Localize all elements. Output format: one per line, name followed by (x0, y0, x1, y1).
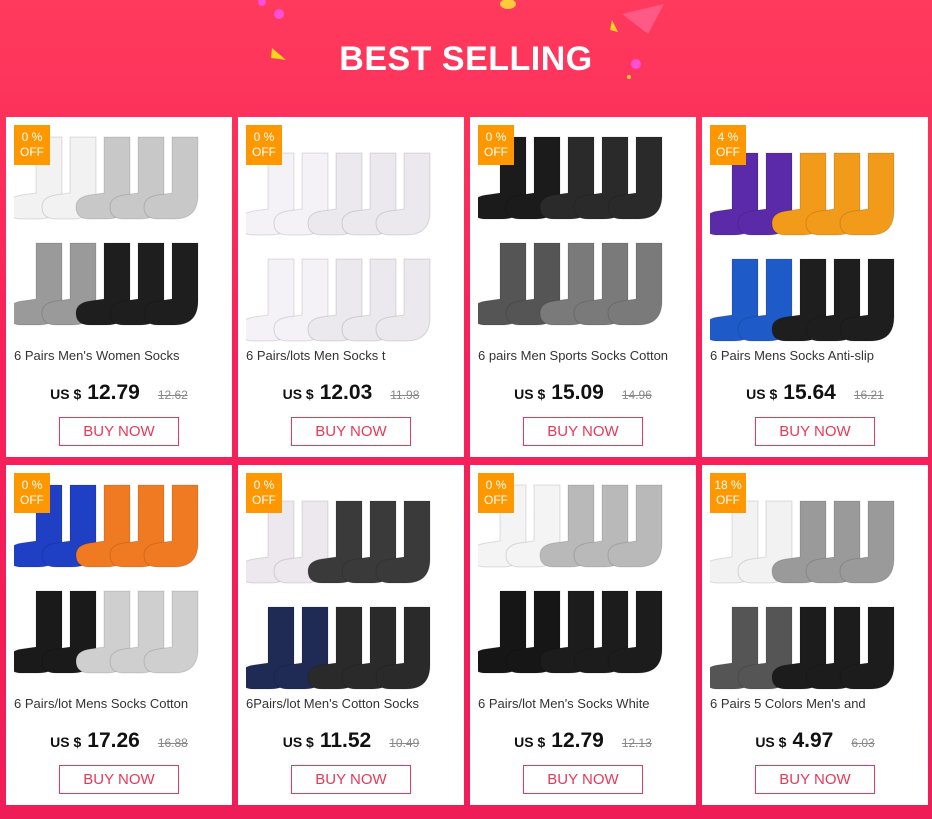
sale-price: 12.03 (319, 381, 373, 404)
discount-percent: 0 % (21, 478, 43, 492)
discount-percent: 0 % (253, 478, 275, 492)
discount-badge: 0 % OFF (14, 473, 50, 513)
discount-off-label: OFF (716, 493, 740, 507)
product-grid: 0 % OFF 6 Pairs Men's Women Socks US $12.79… (6, 117, 928, 805)
product-image[interactable]: 18 % OFF (710, 473, 920, 691)
discount-badge: 4 % OFF (710, 125, 746, 165)
product-card[interactable]: 0 % OFF 6 Pairs Men's Women Socks US $ 12.79… (6, 117, 232, 457)
product-card[interactable]: 4 % OFF 6 Pairs Mens Socks Anti-slip US $ 15… (702, 117, 928, 457)
discount-badge: 0 % OFF (478, 125, 514, 165)
original-price: 16.21 (853, 388, 884, 402)
original-price: 11.98 (390, 388, 420, 402)
sale-price: 12.79 (87, 381, 140, 404)
product-image[interactable]: 0 % OFF (246, 473, 456, 691)
product-image[interactable]: 0 % OFF (14, 473, 224, 691)
banner: BEST SELLING (0, 0, 932, 116)
buy-now-button[interactable]: BUY NOW (291, 417, 411, 446)
discount-percent: 0 % (21, 130, 43, 144)
discount-percent: 18 % (714, 478, 742, 492)
product-card[interactable]: 0 % OFF 6 Pairs/lot Mens Socks Cotton US $ 1… (6, 465, 232, 805)
price-row: US $ 12.79 12.13 (470, 729, 696, 753)
product-title[interactable]: 6 Pairs/lot Men's Socks White (478, 696, 690, 711)
buy-now-button[interactable]: BUY NOW (755, 417, 875, 446)
discount-badge: 0 % OFF (246, 473, 282, 513)
discount-badge: 0 % OFF (246, 125, 282, 165)
banner-title: BEST SELLING (339, 40, 593, 78)
price-row: US $ 15.64 16.21 (702, 381, 928, 405)
product-card[interactable]: 18 % OFF 6 Pairs 5 Colors Men's and US $ 4.9… (702, 465, 928, 805)
buy-now-button[interactable]: BUY NOW (59, 417, 179, 446)
discount-badge: 0 % OFF (14, 125, 50, 165)
product-title[interactable]: 6 Pairs/lot Mens Socks Cotton (14, 696, 226, 711)
discount-off-label: OFF (484, 493, 508, 507)
discount-off-label: OFF (20, 493, 44, 507)
currency-label: US $ (50, 734, 82, 750)
discount-percent: 0 % (253, 130, 275, 144)
buy-now-button[interactable]: BUY NOW (291, 765, 411, 794)
buy-now-button[interactable]: BUY NOW (755, 765, 875, 794)
discount-percent: 0 % (485, 478, 507, 492)
product-title[interactable]: 6 Pairs Mens Socks Anti-slip (710, 348, 922, 363)
product-title[interactable]: 6 pairs Men Sports Socks Cotton (478, 348, 690, 363)
original-price: 10.49 (389, 736, 420, 750)
product-title[interactable]: 6 Pairs 5 Colors Men's and (710, 696, 922, 711)
discount-off-label: OFF (484, 145, 508, 159)
product-title[interactable]: 6 Pairs Men's Women Socks (14, 348, 226, 363)
currency-label: US $ (514, 734, 546, 750)
original-price: 14.96 (621, 388, 652, 402)
currency-label: US $ (282, 734, 314, 750)
product-image[interactable]: 0 % OFF (478, 473, 688, 691)
discount-off-label: OFF (20, 145, 44, 159)
discount-off-label: OFF (716, 145, 740, 159)
product-title[interactable]: 6 Pairs/lots Men Socks t (246, 348, 458, 363)
buy-now-button[interactable]: BUY NOW (59, 765, 179, 794)
product-image[interactable]: 4 % OFF (710, 125, 920, 343)
price-row: US $ 11.52 10.49 (238, 729, 464, 753)
product-image[interactable]: 0 % OFF (246, 125, 456, 343)
price-row: US $ 15.09 14.96 (470, 381, 696, 405)
product-title[interactable]: 6Pairs/lot Men's Cotton Socks (246, 696, 458, 711)
product-card[interactable]: 0 % OFF 6 Pairs/lots Men Socks t US $ 12.03 1… (238, 117, 464, 457)
currency-label: US $ (755, 734, 787, 750)
original-price: 12.62 (157, 388, 188, 402)
price-row: US $ 4.97 6.03 (702, 729, 928, 753)
currency-label: US $ (746, 386, 778, 402)
price-row: US $ 12.79 12.62 (6, 381, 232, 405)
product-image[interactable]: 0 % OFF (478, 125, 688, 343)
discount-off-label: OFF (252, 493, 276, 507)
sale-price: 12.79 (551, 729, 604, 752)
discount-off-label: OFF (252, 145, 276, 159)
currency-label: US $ (514, 386, 546, 402)
sale-price: 15.64 (783, 381, 836, 404)
price-row: US $ 12.03 11.98 (238, 381, 464, 405)
currency-label: US $ (50, 386, 82, 402)
product-image[interactable]: 0 % OFF (14, 125, 224, 343)
original-price: 16.88 (157, 736, 188, 750)
currency-label: US $ (282, 386, 314, 402)
original-price: 12.13 (621, 736, 652, 750)
original-price: 6.03 (851, 736, 875, 750)
buy-now-button[interactable]: BUY NOW (523, 417, 643, 446)
product-card[interactable]: 0 % OFF 6 pairs Men Sports Socks Cotton US … (470, 117, 696, 457)
discount-percent: 0 % (485, 130, 507, 144)
discount-badge: 18 % OFF (710, 473, 746, 513)
product-card[interactable]: 0 % OFF 6 Pairs/lot Men's Socks White US $ 1… (470, 465, 696, 805)
buy-now-button[interactable]: BUY NOW (523, 765, 643, 794)
product-card[interactable]: 0 % OFF 6Pairs/lot Men's Cotton Socks US $ 1… (238, 465, 464, 805)
discount-badge: 0 % OFF (478, 473, 514, 513)
discount-percent: 4 % (717, 130, 739, 144)
sale-price: 11.52 (319, 729, 372, 752)
sale-price: 4.97 (792, 729, 834, 752)
sale-price: 17.26 (87, 729, 140, 752)
price-row: US $ 17.26 16.88 (6, 729, 232, 753)
sale-price: 15.09 (551, 381, 604, 404)
